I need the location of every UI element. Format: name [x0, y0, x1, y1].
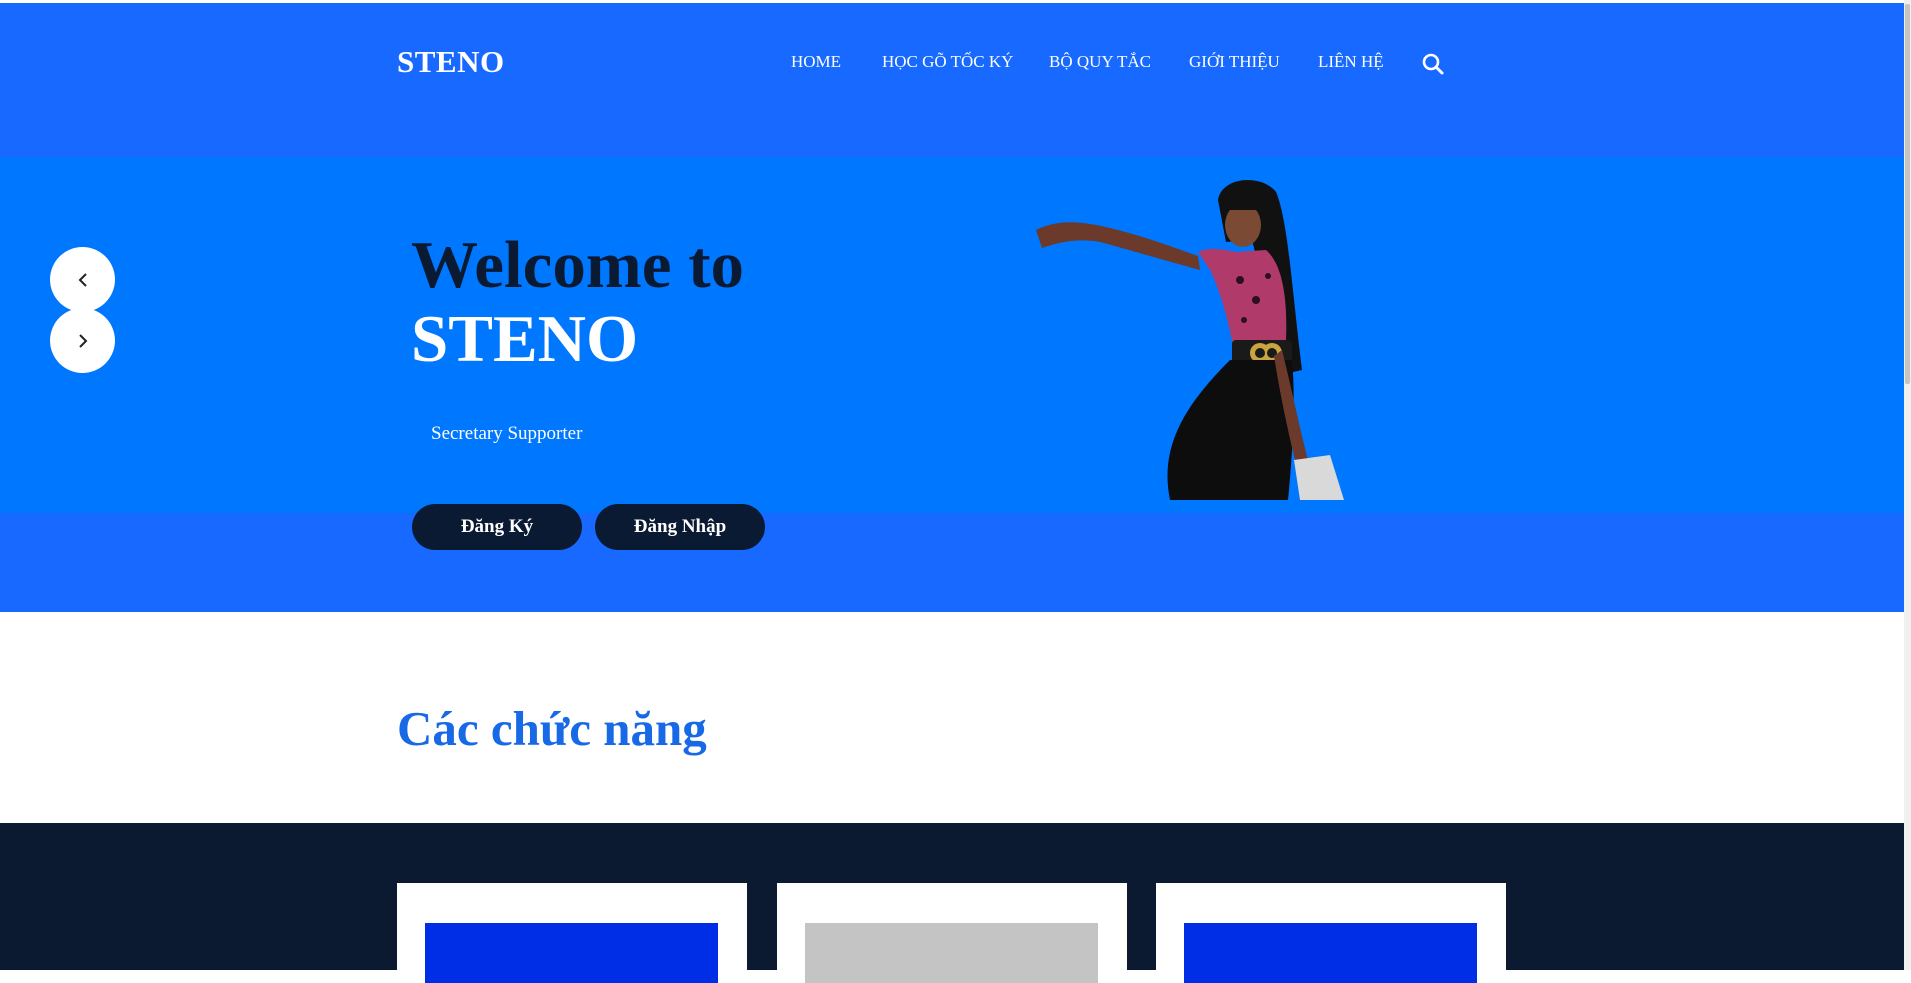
nav-home[interactable]: HOME	[791, 52, 841, 72]
hero-banner	[0, 157, 1904, 513]
scrollbar-thumb[interactable]	[1905, 4, 1910, 384]
carousel-prev-button[interactable]	[50, 247, 115, 312]
feature-card[interactable]	[1156, 883, 1506, 983]
feature-card-thumbnail	[425, 923, 718, 983]
search-icon[interactable]	[1421, 52, 1445, 76]
hero-title-line2: STENO	[411, 302, 639, 376]
feature-card-thumbnail	[805, 923, 1098, 983]
feature-card-thumbnail	[1184, 923, 1477, 983]
woman-pointing-illustration	[1036, 180, 1344, 500]
carousel-next-button[interactable]	[50, 308, 115, 373]
features-title: Các chức năng	[397, 701, 707, 756]
feature-card[interactable]	[777, 883, 1127, 983]
chevron-left-icon	[78, 272, 87, 287]
nav-hoc-go-toc-ky[interactable]: HỌC GÕ TỐC KÝ	[882, 52, 1013, 72]
feature-card[interactable]	[397, 883, 747, 983]
nav-bo-quy-tac[interactable]: BỘ QUY TẮC	[1049, 52, 1151, 72]
site-logo[interactable]: STENO	[397, 44, 505, 80]
hero-subtitle: Secretary Supporter	[431, 423, 583, 444]
page-scrollbar[interactable]	[1904, 0, 1911, 970]
login-button[interactable]: Đăng Nhập	[595, 504, 765, 550]
nav-gioi-thieu[interactable]: GIỚI THIỆU	[1189, 52, 1280, 72]
chevron-right-icon	[78, 333, 87, 348]
nav-lien-he[interactable]: LIÊN HỆ	[1318, 52, 1384, 72]
top-divider	[0, 0, 1904, 3]
register-button[interactable]: Đăng Ký	[412, 504, 582, 550]
hero-title-line1: Welcome to	[411, 228, 745, 302]
